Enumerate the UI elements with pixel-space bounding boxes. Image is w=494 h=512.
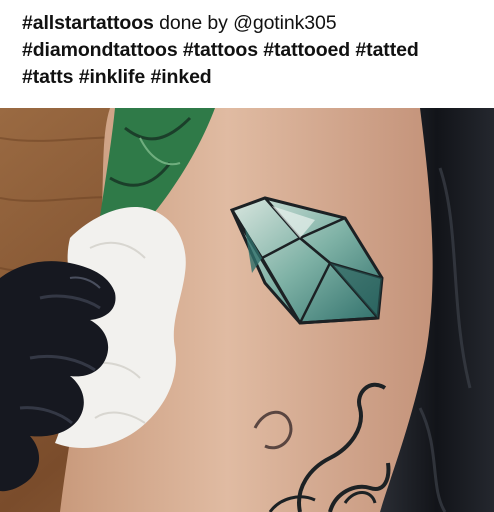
- photo-illustration: [0, 108, 494, 512]
- caption-line-3: #tatts #inklife #inked: [22, 66, 212, 88]
- social-post: #allstartattoos done by @gotink305 #diam…: [0, 0, 494, 512]
- tattoo-photo: [0, 108, 494, 512]
- post-caption: #allstartattoos done by @gotink305 #diam…: [22, 10, 484, 91]
- caption-line-1: #allstartattoos done by @gotink305: [22, 10, 484, 37]
- hashtag-allstartattoos[interactable]: #allstartattoos: [22, 12, 154, 34]
- caption-line-2: #diamondtattoos #tattoos #tattooed #tatt…: [22, 39, 419, 61]
- caption-credit: done by @gotink305: [153, 12, 337, 34]
